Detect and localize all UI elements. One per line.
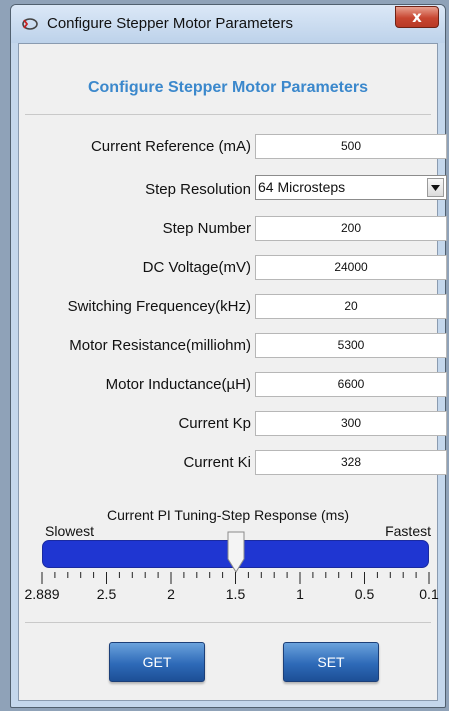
slider-scale [41, 572, 430, 584]
slider-tick-label: 1.5 [225, 586, 246, 602]
slider-tick-label: 2.5 [96, 586, 117, 602]
configure-window: Configure Stepper Motor Parameters x Con… [10, 4, 447, 708]
title-bar[interactable]: Configure Stepper Motor Parameters x [11, 5, 445, 43]
get-button[interactable]: GET [109, 642, 205, 682]
slider-tick-label: 0.5 [354, 586, 375, 602]
parameters-panel: Configure Stepper Motor Parameters Curre… [18, 43, 447, 701]
close-icon: x [412, 8, 422, 26]
bottom-divider [25, 622, 431, 623]
window-title: Configure Stepper Motor Parameters [47, 15, 293, 32]
slider-tick-label: 0.1 [419, 586, 439, 602]
slider-tick-label: 1 [296, 586, 304, 602]
slider-tick-label: 2 [167, 586, 175, 602]
close-button[interactable]: x [395, 6, 439, 28]
slider-tick-label: 2.889 [24, 586, 60, 602]
set-button[interactable]: SET [283, 642, 379, 682]
app-icon [22, 18, 38, 30]
